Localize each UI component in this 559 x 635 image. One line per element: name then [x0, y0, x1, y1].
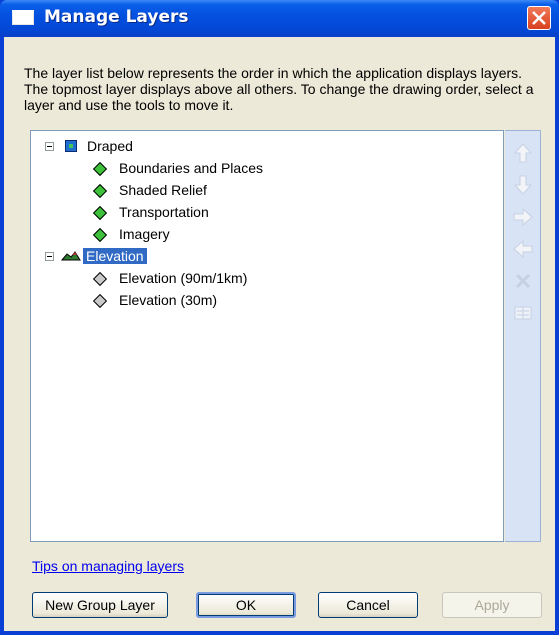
tree-item-boundaries[interactable]: Boundaries and Places	[92, 159, 353, 179]
cancel-button[interactable]: Cancel	[318, 592, 418, 618]
layer-visible-icon	[92, 161, 108, 177]
apply-button[interactable]: Apply	[442, 592, 542, 618]
tree-group-label-selected: Elevation	[83, 248, 147, 264]
tips-link[interactable]: Tips on managing layers	[32, 558, 184, 574]
elevation-layer-icon	[61, 251, 81, 261]
title-bar[interactable]: Manage Layers	[0, 0, 559, 37]
draped-layer-icon	[65, 140, 77, 152]
tree-item-label: Imagery	[119, 226, 170, 242]
layer-tools	[505, 130, 541, 542]
tree-item-elevation-90m[interactable]: Elevation (90m/1km)	[92, 269, 353, 289]
collapse-icon[interactable]	[45, 142, 54, 151]
layer-list[interactable]: Draped Boundaries and Places Shaded Reli…	[30, 130, 504, 542]
window-title: Manage Layers	[44, 7, 189, 27]
tree-item-transportation[interactable]: Transportation	[92, 203, 353, 223]
tree-item-label: Transportation	[119, 204, 209, 220]
move-up-icon[interactable]	[513, 143, 533, 163]
move-left-icon[interactable]	[513, 239, 533, 259]
tree-group-label: Draped	[87, 138, 133, 154]
close-icon	[532, 11, 546, 25]
tree-item-label: Boundaries and Places	[119, 160, 263, 176]
description-text: The layer list below represents the orde…	[24, 65, 534, 113]
tree-item-label: Elevation (30m)	[119, 292, 218, 308]
tree-group-draped[interactable]: Draped	[45, 137, 245, 157]
window-icon	[12, 10, 34, 25]
collapse-icon[interactable]	[45, 252, 54, 261]
tree-item-label: Shaded Relief	[119, 182, 207, 198]
ok-button[interactable]: OK	[196, 592, 296, 618]
tree-item-label: Elevation (90m/1km)	[119, 270, 248, 286]
tree-item-imagery[interactable]: Imagery	[92, 225, 353, 245]
layer-hidden-icon	[92, 271, 108, 287]
manage-layers-window: Manage Layers The layer list below repre…	[0, 0, 559, 635]
move-right-icon[interactable]	[513, 207, 533, 227]
tree-item-shaded-relief[interactable]: Shaded Relief	[92, 181, 353, 201]
tree-group-elevation[interactable]: Elevation	[45, 247, 245, 267]
new-group-layer-button[interactable]: New Group Layer	[32, 592, 168, 618]
layer-hidden-icon	[92, 293, 108, 309]
layer-visible-icon	[92, 183, 108, 199]
delete-icon[interactable]	[513, 271, 533, 291]
layer-visible-icon	[92, 205, 108, 221]
properties-icon[interactable]	[513, 303, 533, 323]
close-button[interactable]	[527, 6, 551, 30]
layer-visible-icon	[92, 227, 108, 243]
move-down-icon[interactable]	[513, 175, 533, 195]
tree-item-elevation-30m[interactable]: Elevation (30m)	[92, 291, 353, 311]
